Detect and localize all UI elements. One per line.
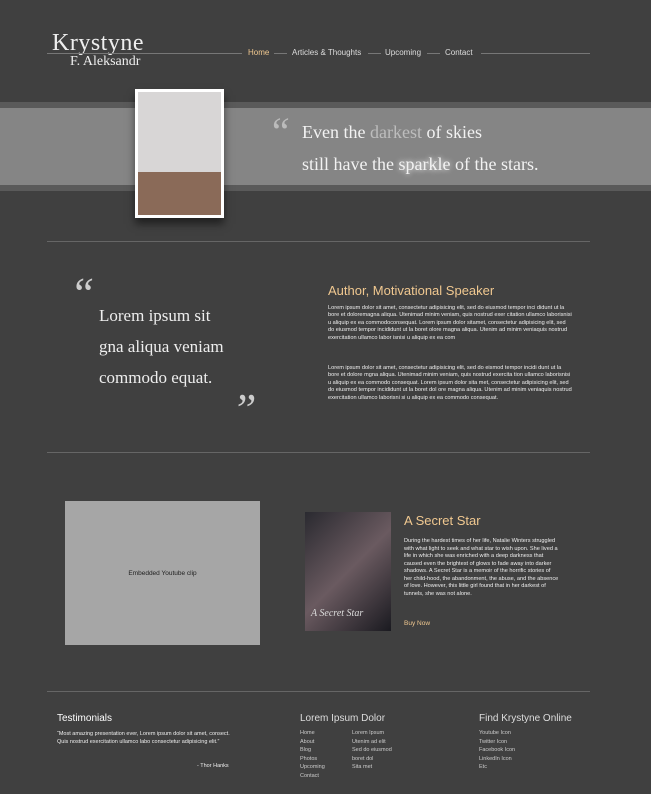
divider: [47, 691, 590, 692]
buy-now-link[interactable]: Buy Now: [404, 620, 430, 627]
testimonial-quote: “Most amazing presentation ever, Lorem i…: [57, 731, 230, 745]
social-link[interactable]: Twitter Icon: [479, 738, 515, 747]
links-title: Lorem Ipsum Dolor: [300, 713, 386, 724]
footer-link[interactable]: Home: [300, 729, 325, 738]
footer-link[interactable]: boret dol: [352, 755, 392, 764]
testimonials-title: Testimonials: [57, 713, 113, 724]
nav-divider: [274, 53, 287, 54]
book-title: A Secret Star: [404, 513, 481, 528]
social-link[interactable]: Facebook Icon: [479, 746, 515, 755]
nav-divider: [368, 53, 381, 54]
social-link[interactable]: Youtube Icon: [479, 729, 515, 738]
about-quote-line: Lorem ipsum sit: [99, 306, 211, 325]
nav-upcoming[interactable]: Upcoming: [385, 48, 421, 57]
book-cover[interactable]: A Secret Star: [305, 512, 391, 631]
about-paragraph: Lorem ipsum dolor sit amet, consectetur …: [328, 305, 572, 341]
open-quote-icon: “: [70, 269, 95, 318]
footer-link[interactable]: Sita met: [352, 763, 392, 772]
footer-link[interactable]: Blog: [300, 746, 325, 755]
footer-link[interactable]: Contact: [300, 772, 325, 781]
about-quote-line: commodo equat.: [99, 368, 213, 387]
about-quote-line: gna aliqua veniam: [99, 337, 224, 356]
youtube-embed[interactable]: Embedded Youtube clip: [65, 501, 260, 645]
divider: [47, 241, 590, 242]
divider: [47, 452, 590, 453]
about-paragraph: Lorem ipsum dolor sit amet, consectetur …: [328, 365, 572, 401]
nav-divider: [47, 53, 242, 54]
footer-link[interactable]: Utenim ad elit: [352, 738, 392, 747]
nav-home[interactable]: Home: [248, 48, 269, 57]
nav-divider: [481, 53, 590, 54]
links-col1: Home About Blog Photos Upcoming Contact: [300, 729, 325, 780]
footer-link[interactable]: Upcoming: [300, 763, 325, 772]
social-link[interactable]: LinkedIn Icon: [479, 755, 515, 764]
footer-link[interactable]: Photos: [300, 755, 325, 764]
social-links: Youtube Icon Twitter Icon Facebook Icon Lin…: [479, 729, 515, 772]
links-col2: Lorem Ipsum Utenim ad elit Sed do eiusmod b…: [352, 729, 392, 772]
nav-contact[interactable]: Contact: [445, 48, 473, 57]
footer-link[interactable]: Sed do eiusmod: [352, 746, 392, 755]
open-quote-icon: “: [268, 109, 291, 154]
close-quote-icon: ”: [232, 385, 257, 434]
nav-articles[interactable]: Articles & Thoughts: [292, 48, 361, 57]
footer-link[interactable]: About: [300, 738, 325, 747]
social-title: Find Krystyne Online: [479, 713, 572, 724]
video-label: Embedded Youtube clip: [128, 569, 197, 577]
nav-divider: [427, 53, 440, 54]
author-photo: [135, 89, 224, 218]
social-link[interactable]: Etc: [479, 763, 515, 772]
hero-quote-line2: still have the sparkle of the stars.: [302, 154, 539, 174]
logo-last-name[interactable]: F. Aleksandr: [70, 54, 140, 70]
hero-quote-line1: Even the darkest of skies: [302, 122, 482, 142]
about-title: Author, Motivational Speaker: [328, 283, 495, 298]
book-description: During the hardest times of her life, Na…: [404, 538, 559, 597]
footer-link[interactable]: Lorem Ipsum: [352, 729, 392, 738]
book-cover-title: A Secret Star: [311, 608, 364, 619]
testimonial-author: - Thor Hanks: [197, 763, 229, 769]
